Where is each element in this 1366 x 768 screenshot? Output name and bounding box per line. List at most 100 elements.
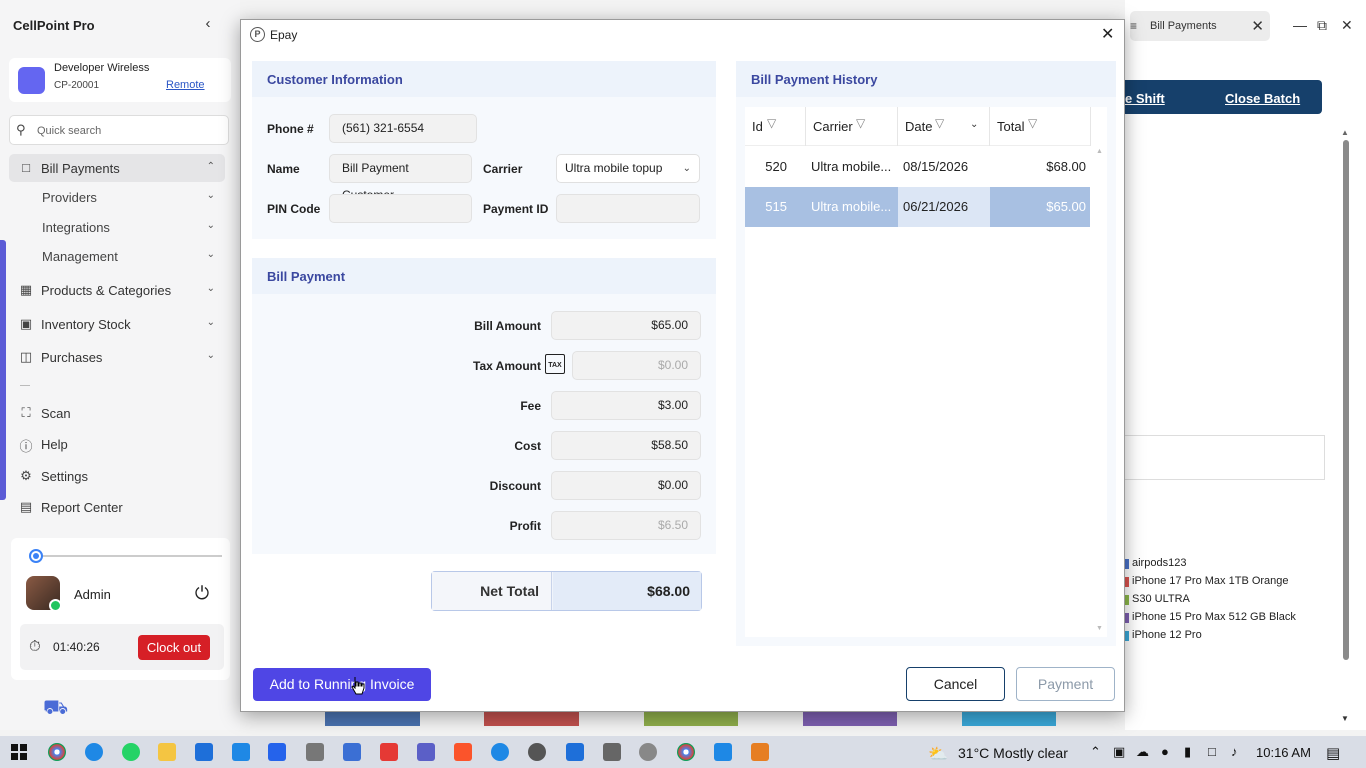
app-icon[interactable] — [714, 743, 732, 761]
chrome-icon[interactable] — [677, 743, 695, 761]
weather-text[interactable]: 31°C Mostly clear — [958, 745, 1068, 761]
tax-icon[interactable]: TAX — [545, 354, 565, 374]
store-card: Developer Wireless CP-20001 Remote — [9, 58, 231, 102]
weather-icon[interactable]: ⛅ — [928, 744, 948, 764]
restore-icon[interactable]: ⧉ — [1317, 17, 1327, 34]
app-icon[interactable] — [751, 743, 769, 761]
discount-field[interactable]: $0.00 — [551, 471, 701, 500]
teams-icon[interactable] — [417, 743, 435, 761]
divider — [1090, 107, 1091, 146]
sidebar-item-products[interactable]: ▦ Products & Categories ⌄ — [9, 276, 225, 304]
scrollbar[interactable] — [1343, 140, 1349, 660]
notifications-icon[interactable]: ▤ — [1326, 744, 1340, 762]
sidebar-item-help[interactable]: ⓘ Help — [9, 430, 225, 458]
close-tab-icon[interactable]: ✕ — [1251, 17, 1264, 35]
table-row[interactable]: 520 Ultra mobile... 08/15/2026 $68.00 — [745, 147, 1090, 187]
slider-track[interactable] — [35, 555, 222, 557]
minimize-icon[interactable]: — — [1293, 17, 1307, 33]
remote-link[interactable]: Remote — [166, 79, 205, 91]
tab-bill-payments[interactable]: ≡ Bill Payments ✕ — [1130, 11, 1270, 41]
scroll-up-icon[interactable]: ▲ — [1341, 128, 1349, 137]
pin-field[interactable] — [329, 194, 472, 223]
app-icon[interactable] — [528, 743, 546, 761]
chrome-icon[interactable] — [48, 743, 66, 761]
cart-icon: ◫ — [19, 349, 33, 364]
sidebar-item-report-center[interactable]: ▤ Report Center — [9, 493, 225, 521]
app-icon[interactable] — [306, 743, 324, 761]
volume-icon[interactable]: ♪ — [1231, 744, 1238, 759]
close-shift-link[interactable]: e Shift — [1125, 91, 1165, 106]
clock-time[interactable]: 10:16 AM — [1256, 745, 1311, 760]
app-icon[interactable] — [380, 743, 398, 761]
close-icon[interactable]: ✕ — [1101, 24, 1114, 44]
bill-amount-field[interactable]: $65.00 — [551, 311, 701, 340]
tray-icon[interactable]: ▣ — [1113, 744, 1125, 760]
cost-field[interactable]: $58.50 — [551, 431, 701, 460]
scroll-down-icon[interactable]: ▼ — [1096, 625, 1103, 632]
network-icon[interactable]: □ — [1208, 744, 1216, 759]
store-icon[interactable] — [195, 743, 213, 761]
file-explorer-icon[interactable] — [158, 743, 176, 761]
sidebar-item-purchases[interactable]: ◫ Purchases ⌄ — [9, 343, 225, 371]
brave-icon[interactable] — [454, 743, 472, 761]
payment-button[interactable]: Payment — [1016, 667, 1115, 701]
windows-start-icon[interactable] — [11, 744, 27, 760]
power-icon[interactable]: ⏻ — [191, 583, 213, 605]
battery-icon[interactable]: ▮ — [1184, 744, 1191, 760]
pin-label: PIN Code — [267, 202, 321, 216]
scroll-up-icon[interactable]: ▲ — [1096, 148, 1103, 155]
app-icon[interactable] — [268, 743, 286, 761]
slider-handle[interactable] — [29, 549, 43, 563]
carrier-select[interactable]: Ultra mobile topup ⌄ — [556, 154, 700, 183]
sidebar-item-providers[interactable]: Providers ⌄ — [9, 183, 225, 211]
app-icon[interactable] — [639, 743, 657, 761]
help-icon: ⓘ — [19, 439, 33, 454]
chevron-up-icon[interactable]: ⌃ — [1090, 744, 1101, 760]
payment-id-field[interactable] — [556, 194, 700, 223]
whatsapp-icon[interactable] — [122, 743, 140, 761]
tile — [803, 711, 897, 726]
legend-swatch — [1125, 631, 1129, 641]
column-id[interactable]: Id ▽ — [745, 107, 806, 146]
sidebar-item-bill-payments[interactable]: □ Bill Payments ⌃ — [9, 154, 225, 182]
tax-amount-field[interactable]: $0.00 — [572, 351, 701, 380]
add-to-running-invoice-button[interactable]: Add to Running Invoice — [253, 668, 431, 701]
fee-field[interactable]: $3.00 — [551, 391, 701, 420]
search-input[interactable] — [37, 121, 222, 141]
sort-desc-icon[interactable]: ⌄ — [970, 119, 978, 130]
app-icon[interactable] — [566, 743, 584, 761]
column-total[interactable]: Total ▽ — [990, 107, 1090, 146]
filter-icon[interactable]: ▽ — [767, 116, 776, 130]
app-icon[interactable] — [232, 743, 250, 761]
scroll-down-icon[interactable]: ▼ — [1341, 714, 1349, 723]
column-carrier[interactable]: Carrier ▽ — [806, 107, 898, 146]
filter-icon[interactable]: ▽ — [856, 116, 865, 130]
app-icon[interactable] — [343, 743, 361, 761]
cloud-icon[interactable]: ☁ — [1136, 744, 1149, 760]
sidebar-item-label: Integrations — [42, 220, 110, 235]
microphone-icon[interactable]: ● — [1161, 744, 1169, 759]
clock-out-button[interactable]: Clock out — [138, 635, 210, 660]
calculator-icon[interactable] — [603, 743, 621, 761]
sidebar-item-settings[interactable]: ⚙ Settings — [9, 462, 225, 490]
close-batch-link[interactable]: Close Batch — [1225, 91, 1300, 106]
table-row[interactable]: 515 Ultra mobile... 06/21/2026 $65.00 — [745, 187, 1090, 227]
sidebar-item-integrations[interactable]: Integrations ⌄ — [9, 213, 225, 241]
edge-icon[interactable] — [85, 743, 103, 761]
filter-icon[interactable]: ▽ — [1028, 116, 1037, 130]
sidebar-item-inventory[interactable]: ▣ Inventory Stock ⌄ — [9, 310, 225, 338]
name-field[interactable]: Bill Payment Customer — [329, 154, 472, 202]
app-icon[interactable] — [491, 743, 509, 761]
truck-icon[interactable]: ⛟ — [43, 697, 68, 722]
net-total-value: $68.00 — [553, 572, 701, 610]
quick-search[interactable]: ⚲ — [9, 115, 229, 145]
sidebar-item-scan[interactable]: ⛶ Scan — [9, 399, 225, 427]
sidebar-item-label: Bill Payments — [41, 161, 120, 176]
cancel-button[interactable]: Cancel — [906, 667, 1005, 701]
sidebar-item-management[interactable]: Management ⌄ — [9, 242, 225, 270]
phone-field[interactable]: (561) 321-6554 — [329, 114, 477, 143]
column-date[interactable]: Date ▽ ⌄ — [898, 107, 990, 146]
close-window-icon[interactable]: ✕ — [1341, 17, 1353, 34]
filter-icon[interactable]: ▽ — [935, 116, 944, 130]
collapse-sidebar-icon[interactable]: ‹ — [200, 15, 216, 35]
